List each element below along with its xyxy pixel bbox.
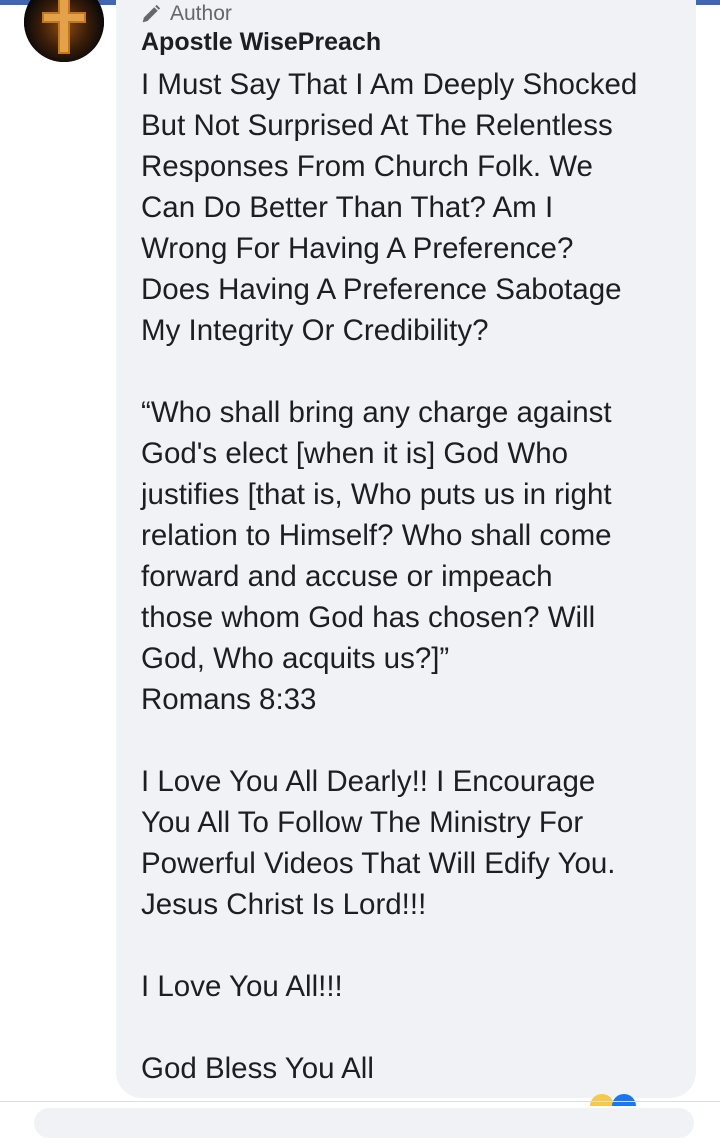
comment-line: I Must Say That I Am Deeply Shocked <box>141 68 638 101</box>
like-reaction-icon <box>612 1094 636 1106</box>
comment-line: But Not Surprised At The Relentless <box>141 109 613 142</box>
comment-line: I Love You All!!! <box>141 970 343 1003</box>
comment-line: relation to Himself? Who shall come <box>141 519 612 552</box>
haha-reaction-icon <box>590 1094 614 1106</box>
comment-line: Romans 8:33 <box>141 683 317 716</box>
author-badge: Author <box>140 2 232 26</box>
comment-line: My Integrity Or Credibility? <box>141 314 489 347</box>
comment-line: God's elect [when it is] God Who <box>141 437 569 470</box>
comment-line: those whom God has chosen? Will <box>141 601 596 634</box>
comment-line: Wrong For Having A Preference? <box>141 232 574 265</box>
comment-line: God, Who acquits us?]” <box>141 642 450 675</box>
comment-text: I Must Say That I Am Deeply Shocked But N… <box>141 64 681 1089</box>
comment-line: Responses From Church Folk. We <box>141 150 593 183</box>
pencil-icon <box>142 4 161 23</box>
comment-line: justifies [that is, Who puts us in right <box>141 478 612 511</box>
cross-avatar-icon <box>24 0 104 62</box>
author-badge-label: Author <box>170 2 232 25</box>
comment-line: “Who shall bring any charge against <box>141 396 612 429</box>
comment-line: You All To Follow The Ministry For <box>141 806 584 839</box>
comment-line: Powerful Videos That Will Edify You. <box>141 847 616 880</box>
comment-line: Jesus Christ Is Lord!!! <box>141 888 427 921</box>
divider <box>0 1101 720 1102</box>
comment-line: forward and accuse or impeach <box>141 560 553 593</box>
avatar[interactable] <box>24 0 104 62</box>
reply-input[interactable] <box>34 1108 694 1138</box>
reaction-icons[interactable] <box>590 1094 640 1106</box>
comment-line: I Love You All Dearly!! I Encourage <box>141 765 596 798</box>
comment-line: Does Having A Preference Sabotage <box>141 273 622 306</box>
comment-line: Can Do Better Than That? Am I <box>141 191 554 224</box>
comment-line: God Bless You All <box>141 1052 374 1085</box>
author-name[interactable]: Apostle WisePreach <box>141 28 381 57</box>
